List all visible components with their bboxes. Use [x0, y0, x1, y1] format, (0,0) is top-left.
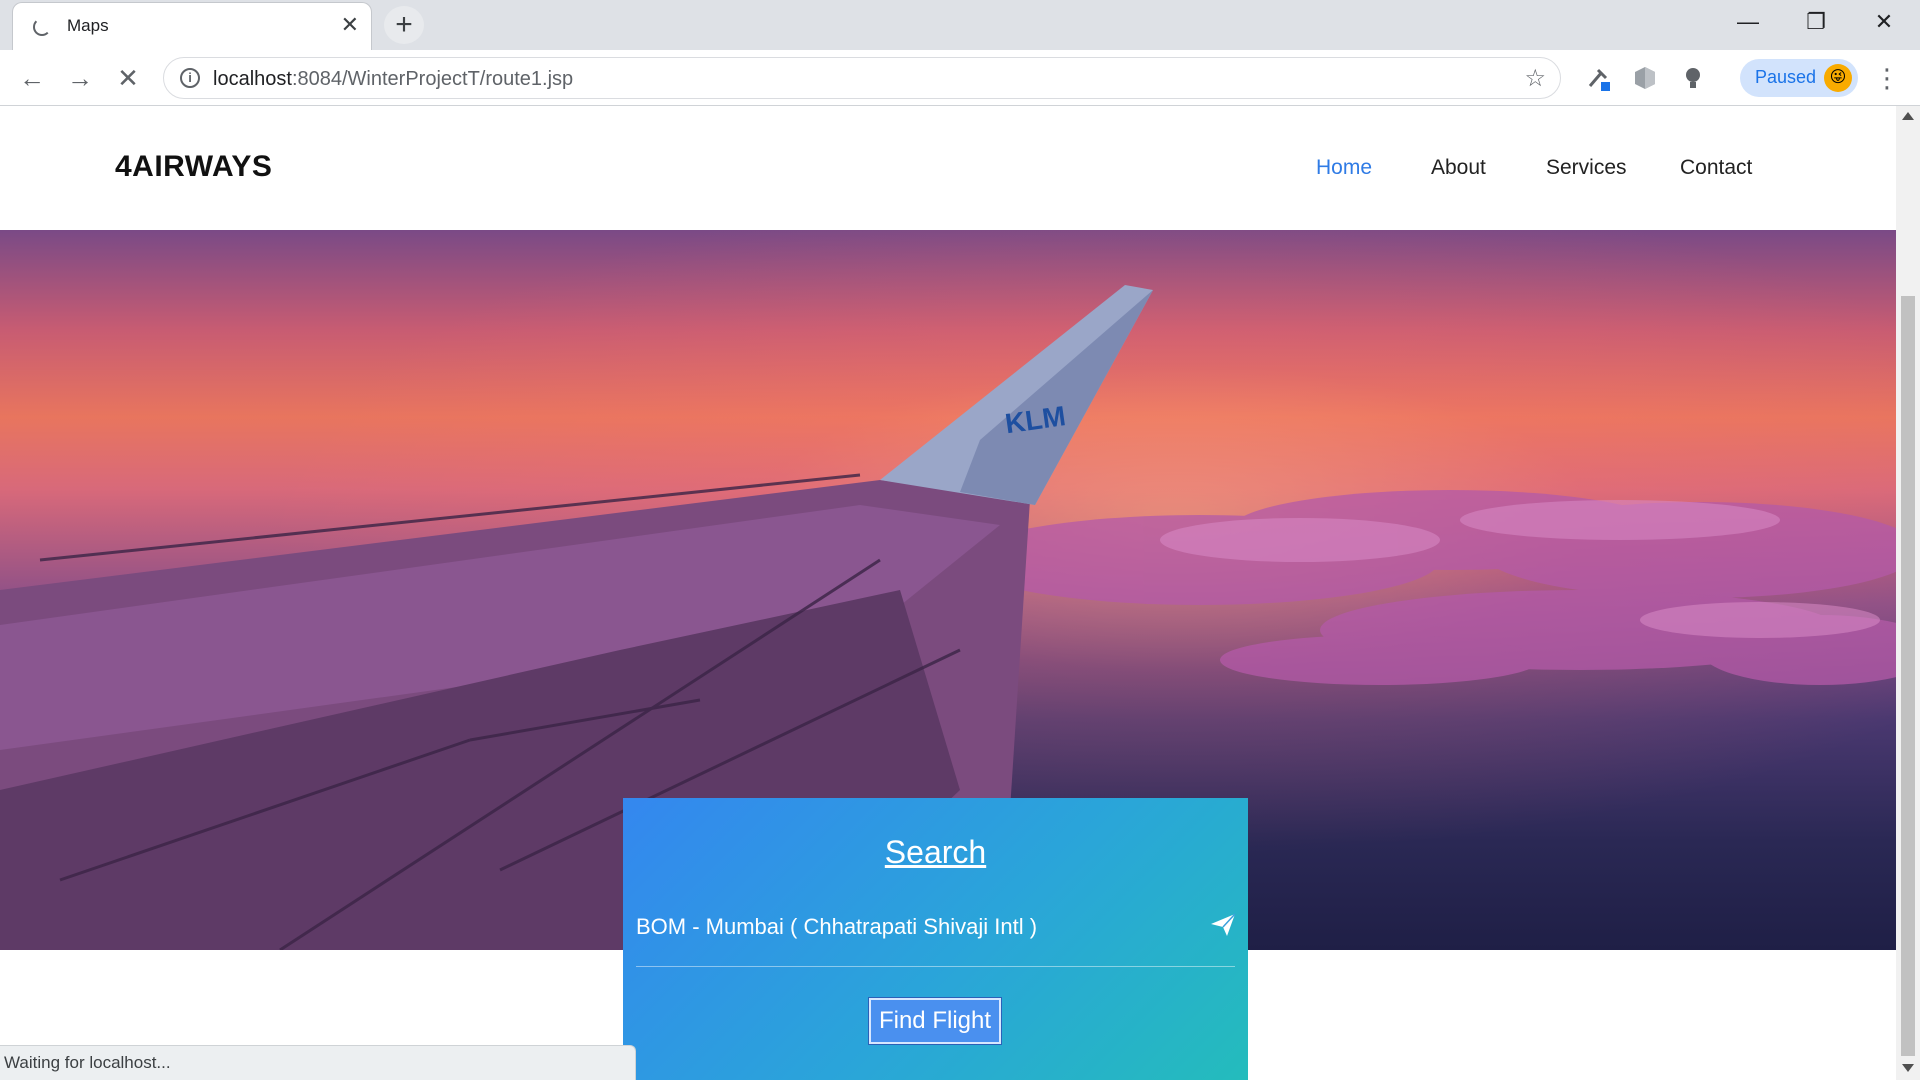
nav-services[interactable]: Services: [1546, 156, 1627, 180]
page-viewport: 4AIRWAYS Home About Services Contact KLM…: [0, 106, 1896, 1080]
bulb-icon[interactable]: [1679, 64, 1707, 92]
forward-icon[interactable]: →: [62, 60, 98, 96]
browser-toolbar: ← → ✕ i localhost:8084/WinterProjectT/ro…: [0, 50, 1920, 106]
stop-icon[interactable]: ✕: [110, 60, 146, 96]
profile-status: Paused: [1755, 67, 1817, 87]
shield-icon[interactable]: [1631, 64, 1659, 92]
browser-tab[interactable]: Maps ✕: [12, 2, 372, 50]
window-close-icon[interactable]: ✕: [1850, 0, 1918, 44]
close-icon[interactable]: ✕: [341, 13, 359, 37]
brand-logo[interactable]: 4AIRWAYS: [115, 150, 272, 184]
tab-loading-icon: [33, 18, 51, 36]
scroll-down-icon[interactable]: [1902, 1064, 1914, 1072]
nav-contact[interactable]: Contact: [1680, 156, 1752, 180]
scrollbar[interactable]: [1896, 106, 1920, 1080]
status-bar: Waiting for localhost...: [0, 1045, 636, 1080]
find-flight-button[interactable]: Find Flight: [868, 997, 1002, 1045]
scroll-thumb[interactable]: [1901, 296, 1915, 1056]
new-tab-icon[interactable]: +: [384, 6, 424, 44]
status-text: Waiting for localhost...: [4, 1053, 171, 1072]
back-icon[interactable]: ←: [14, 60, 50, 96]
nav-home[interactable]: Home: [1316, 156, 1372, 180]
minimize-icon[interactable]: —: [1714, 0, 1782, 44]
paper-plane-icon: [1211, 913, 1236, 936]
star-icon[interactable]: ☆: [1524, 64, 1546, 93]
divider: [636, 966, 1235, 967]
address-bar[interactable]: i localhost:8084/WinterProjectT/route1.j…: [163, 57, 1561, 99]
search-title: Search: [884, 834, 987, 870]
info-icon[interactable]: i: [180, 68, 200, 88]
restore-icon[interactable]: ❐: [1782, 0, 1850, 44]
profile-paused-button[interactable]: Paused 😜: [1740, 59, 1858, 97]
url-text[interactable]: localhost:8084/WinterProjectT/route1.jsp: [213, 68, 573, 91]
browser-tabstrip: Maps ✕ + — ❐ ✕: [0, 0, 1920, 50]
route-field[interactable]: BOM - Mumbai ( Chhatrapati Shivaji Intl …: [636, 914, 1037, 940]
search-panel: Search BOM - Mumbai ( Chhatrapati Shivaj…: [623, 798, 1248, 1080]
avatar: 😜: [1824, 64, 1852, 92]
nav-about[interactable]: About: [1431, 156, 1486, 180]
site-header: 4AIRWAYS Home About Services Contact: [0, 106, 1896, 230]
url-host: localhost: [213, 68, 292, 90]
extension-icon[interactable]: [1584, 64, 1612, 92]
url-path: :8084/WinterProjectT/route1.jsp: [291, 68, 574, 90]
scroll-up-icon[interactable]: [1902, 112, 1914, 120]
menu-icon[interactable]: ⋮: [1874, 64, 1900, 92]
tab-title: Maps: [67, 16, 109, 35]
